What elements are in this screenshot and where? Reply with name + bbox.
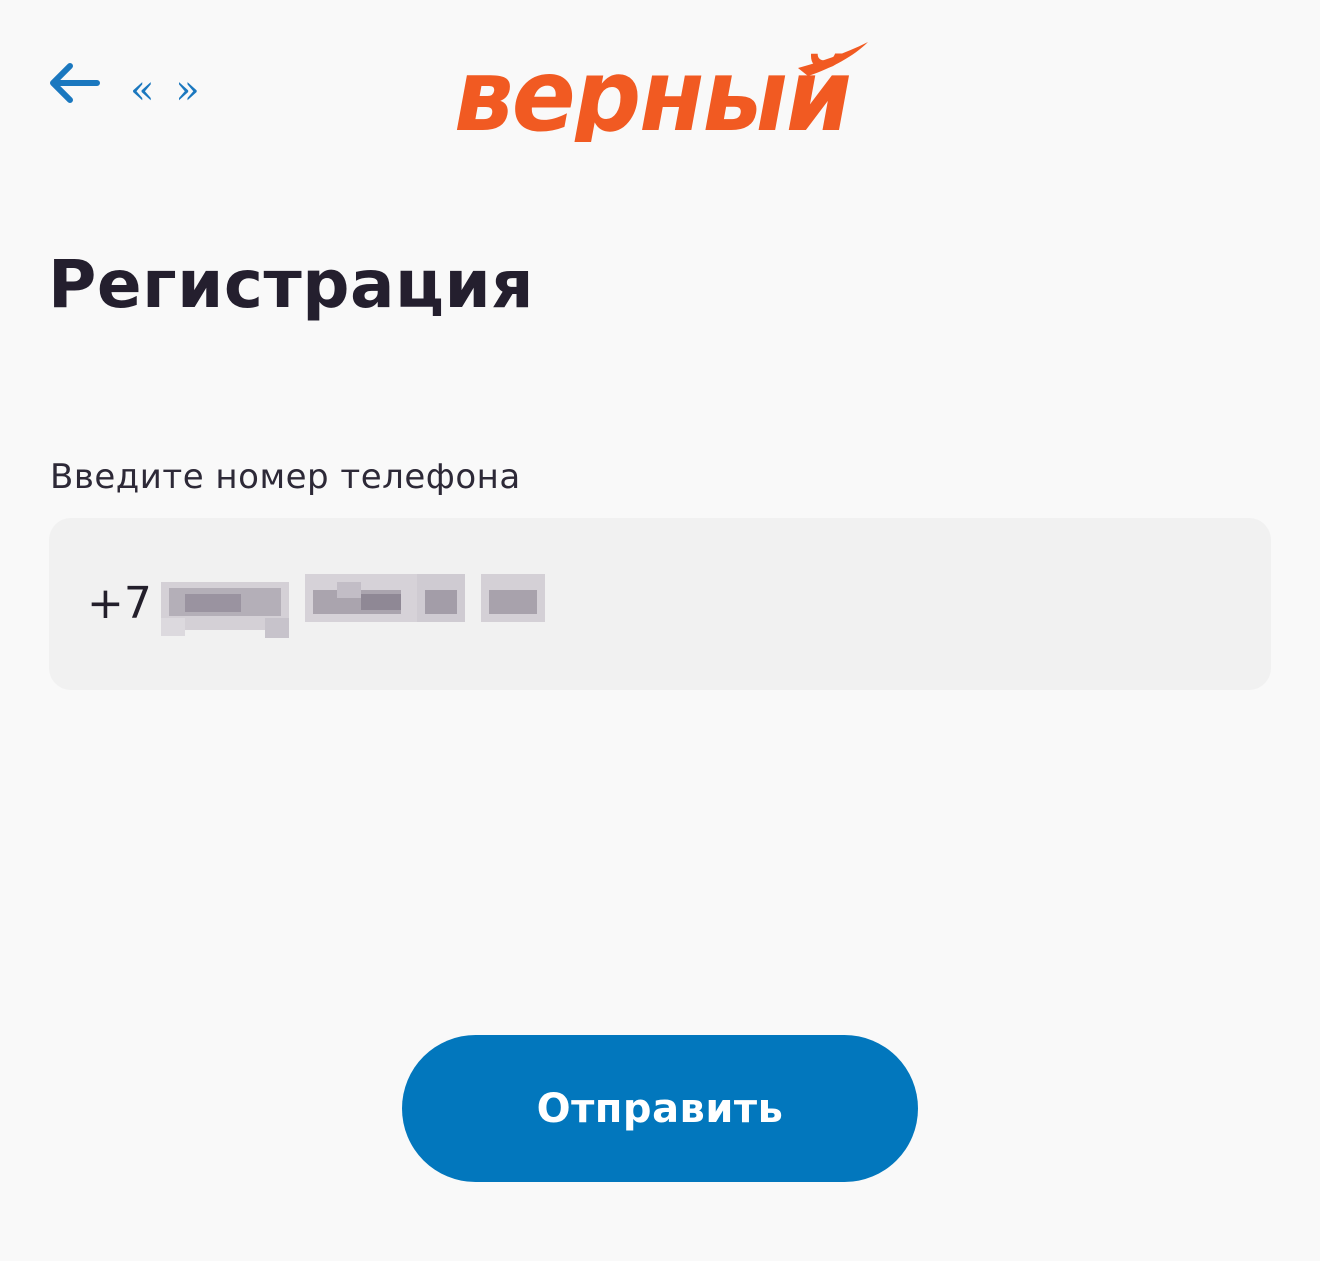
phone-input[interactable]: +7 — [49, 518, 1271, 690]
phone-digit-group-2 — [305, 574, 417, 622]
submit-button[interactable]: Отправить — [402, 1035, 918, 1182]
phone-prefix: +7 — [87, 578, 152, 629]
page-title: Регистрация — [48, 246, 535, 323]
brand-logo-text: верный — [454, 37, 850, 142]
back-button[interactable] — [40, 50, 106, 116]
phone-digit-group-4 — [481, 574, 545, 622]
quotes-label: « » — [130, 67, 204, 113]
phone-field-label: Введите номер телефона — [50, 457, 521, 497]
phone-digit-group-1 — [161, 582, 289, 638]
phone-digit-group-3 — [417, 574, 465, 622]
phone-number-pixelated — [161, 574, 545, 638]
brand-logo: верный — [454, 37, 868, 142]
arrow-left-icon — [50, 63, 100, 103]
